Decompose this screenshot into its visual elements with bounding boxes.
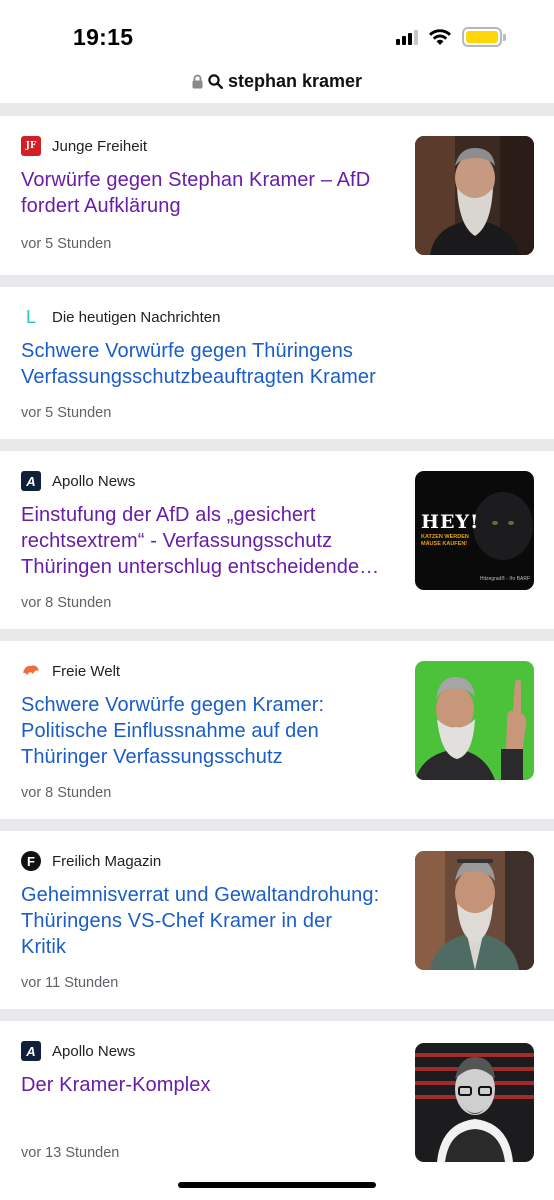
apollo-news-logo-icon: A <box>21 1041 41 1061</box>
headline-link[interactable]: Einstufung der AfD als „gesichert rechts… <box>21 502 379 580</box>
headline-line: fordert Aufklärung <box>21 195 181 217</box>
headline-line: Kritik <box>21 936 67 958</box>
url-query-text: stephan kramer <box>227 70 363 91</box>
home-indicator[interactable] <box>178 1182 376 1188</box>
article-thumbnail[interactable] <box>415 661 534 780</box>
published-time: vor 5 Stunden <box>21 405 112 421</box>
status-icons <box>396 27 506 47</box>
headline-line: Thüringer Verfassungsschutz <box>21 746 283 768</box>
news-source: F Freilich Magazin <box>21 851 161 871</box>
headline-link[interactable]: Schwere Vorwürfe gegen Kramer: Politisch… <box>21 692 324 770</box>
news-card[interactable]: Freie Welt Schwere Vorwürfe gegen Kramer… <box>0 641 554 819</box>
thumbnail-title: HEY! <box>421 511 480 533</box>
headline-link[interactable]: Vorwürfe gegen Stephan Kramer – AfD ford… <box>21 167 370 219</box>
lock-icon <box>192 74 203 88</box>
headline-line: Schwere Vorwürfe gegen Thüringens <box>21 340 354 362</box>
status-time: 19:15 <box>73 24 134 50</box>
source-name: Freilich Magazin <box>52 852 162 870</box>
search-icon <box>208 73 223 89</box>
article-thumbnail[interactable] <box>415 1043 534 1162</box>
headline-link[interactable]: Geheimnisverrat und Gewaltandrohung: Thü… <box>21 882 379 960</box>
thumbnail-subtitle: KATZEN WERDEN <box>421 534 469 540</box>
headline-line: Der Kramer-Komplex <box>21 1074 211 1096</box>
battery-icon <box>462 27 506 47</box>
news-source: JF Junge Freiheit <box>21 136 147 156</box>
news-card[interactable]: A Apollo News Einstufung der AfD als „ge… <box>0 451 554 629</box>
url-bar[interactable]: stephan kramer <box>0 62 554 100</box>
headline-line: Politische Einflussnahme auf den <box>21 720 319 742</box>
apollo-news-logo-icon: A <box>21 471 41 491</box>
junge-freiheit-logo-icon: JF <box>21 136 41 156</box>
source-name: Freie Welt <box>52 662 121 680</box>
freilich-magazin-logo-icon: F <box>21 851 41 871</box>
article-thumbnail[interactable] <box>415 136 534 255</box>
headline-link[interactable]: Der Kramer-Komplex <box>21 1072 211 1098</box>
headline-line: rechtsextrem“ - Verfassungsschutz <box>21 530 333 552</box>
news-source: Freie Welt <box>21 661 120 681</box>
wifi-icon <box>429 29 451 45</box>
headline-line: Schwere Vorwürfe gegen Kramer: <box>21 694 325 716</box>
source-name: Apollo News <box>52 1042 136 1060</box>
headline-line: Thüringen unterschlug entscheidende… <box>21 556 380 578</box>
news-source: A Apollo News <box>21 471 135 491</box>
published-time: vor 5 Stunden <box>21 236 112 252</box>
article-thumbnail[interactable] <box>415 851 534 970</box>
article-thumbnail[interactable]: HEY! KATZEN WERDEN MÄUSE KAUFEN! Hitzegr… <box>415 471 534 590</box>
published-time: vor 11 Stunden <box>21 975 119 991</box>
headline-line: Einstufung der AfD als „gesichert <box>21 504 316 526</box>
news-card[interactable]: L Die heutigen Nachrichten Schwere Vorwü… <box>0 287 554 439</box>
source-name: Die heutigen Nachrichten <box>52 308 221 326</box>
source-name: Apollo News <box>52 472 136 490</box>
source-name: Junge Freiheit <box>52 137 148 155</box>
published-time: vor 8 Stunden <box>21 595 112 611</box>
freie-welt-logo-icon <box>23 665 39 675</box>
headline-line: Geheimnisverrat und Gewaltandrohung: <box>21 884 380 906</box>
news-feed: JF Junge Freiheit Vorwürfe gegen Stephan… <box>0 103 554 1200</box>
news-source: A Apollo News <box>21 1041 135 1061</box>
news-card[interactable]: F Freilich Magazin Geheimnisverrat und G… <box>0 831 554 1009</box>
published-time: vor 8 Stunden <box>21 785 112 801</box>
headline-line: Thüringens VS-Chef Kramer in der <box>21 910 333 932</box>
heutigen-nachrichten-logo-icon: L <box>25 306 36 327</box>
news-card[interactable]: JF Junge Freiheit Vorwürfe gegen Stephan… <box>0 116 554 275</box>
thumbnail-subtitle: MÄUSE KAUFEN! <box>421 541 468 547</box>
published-time: vor 13 Stunden <box>21 1145 120 1161</box>
cellular-signal-icon <box>396 29 418 45</box>
thumbnail-credit: Hitzegrad® - Ihr BARF <box>479 576 530 582</box>
headline-line: Verfassungsschutzbeauftragten Kramer <box>21 366 376 388</box>
status-bar: 19:15 <box>0 0 554 62</box>
news-source: L Die heutigen Nachrichten <box>21 307 220 327</box>
news-card[interactable]: A Apollo News Der Kramer-Komplex vor 13 … <box>0 1021 554 1200</box>
headline-link[interactable]: Schwere Vorwürfe gegen Thüringens Verfas… <box>21 338 376 390</box>
headline-line: Vorwürfe gegen Stephan Kramer – AfD <box>21 169 371 191</box>
